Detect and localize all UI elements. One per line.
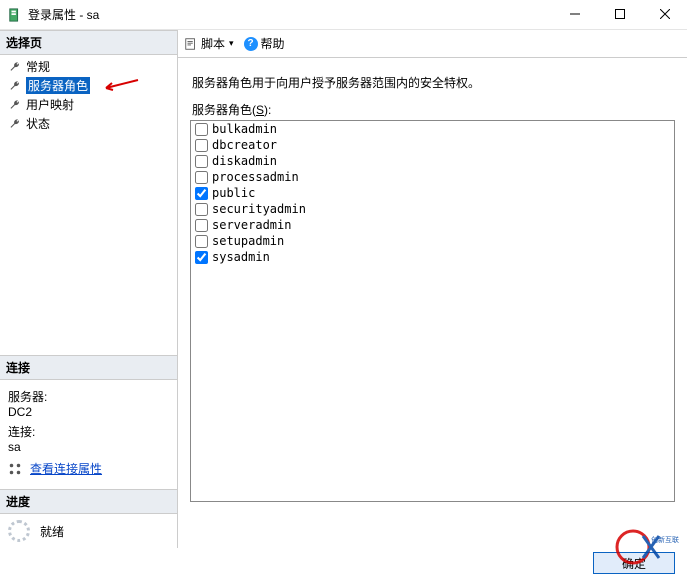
view-connection-link[interactable]: 查看连接属性 — [30, 460, 102, 477]
role-name: serveradmin — [212, 218, 291, 232]
role-row[interactable]: dbcreator — [191, 137, 674, 153]
ok-button[interactable]: 确定 — [593, 552, 675, 574]
script-dropdown[interactable]: 脚本 ▾ — [184, 35, 234, 52]
window-title: 登录属性 - sa — [28, 6, 99, 23]
role-row[interactable]: setupadmin — [191, 233, 674, 249]
roles-label: 服务器角色(S): — [178, 101, 687, 120]
connection-label: 连接: — [8, 423, 169, 440]
role-name: securityadmin — [212, 202, 306, 216]
script-label: 脚本 — [201, 35, 225, 52]
minimize-button[interactable] — [552, 0, 597, 28]
role-row[interactable]: sysadmin — [191, 249, 674, 265]
role-checkbox[interactable] — [195, 123, 208, 136]
toolbar: 脚本 ▾ ? 帮助 — [178, 30, 687, 58]
description-text: 服务器角色用于向用户授予服务器范围内的安全特权。 — [178, 58, 687, 101]
nav-item-status[interactable]: 状态 — [4, 114, 173, 133]
role-row[interactable]: diskadmin — [191, 153, 674, 169]
footer: 确定 — [0, 548, 687, 578]
progress-status: 就绪 — [40, 523, 64, 540]
chevron-down-icon: ▾ — [229, 38, 234, 49]
connection-header: 连接 — [0, 355, 177, 380]
script-icon — [184, 37, 198, 51]
close-button[interactable] — [642, 0, 687, 28]
progress-header: 进度 — [0, 489, 177, 514]
app-icon — [8, 8, 22, 22]
role-checkbox[interactable] — [195, 235, 208, 248]
window-controls — [552, 0, 687, 28]
progress-row: 就绪 — [0, 514, 177, 548]
nav-label: 用户映射 — [26, 96, 74, 113]
nav-item-server-roles[interactable]: 服务器角色 — [4, 76, 173, 95]
maximize-button[interactable] — [597, 0, 642, 28]
wrench-icon — [8, 98, 22, 112]
role-row[interactable]: public — [191, 185, 674, 201]
role-name: processadmin — [212, 170, 299, 184]
connection-value: sa — [8, 440, 169, 454]
role-row[interactable]: bulkadmin — [191, 121, 674, 137]
help-button[interactable]: ? 帮助 — [244, 35, 285, 52]
server-label: 服务器: — [8, 388, 169, 405]
role-checkbox[interactable] — [195, 171, 208, 184]
role-checkbox[interactable] — [195, 139, 208, 152]
role-name: diskadmin — [212, 154, 277, 168]
role-checkbox[interactable] — [195, 155, 208, 168]
help-icon: ? — [244, 37, 258, 51]
role-row[interactable]: processadmin — [191, 169, 674, 185]
connection-block: 服务器: DC2 连接: sa 查看连接属性 — [0, 380, 177, 489]
titlebar: 登录属性 - sa — [0, 0, 687, 30]
wrench-icon — [8, 79, 22, 93]
nav-label: 状态 — [26, 115, 50, 132]
role-row[interactable]: securityadmin — [191, 201, 674, 217]
progress-spinner-icon — [8, 520, 30, 542]
role-name: public — [212, 186, 255, 200]
sidebar: 选择页 常规 服务器角色 用户映射 — [0, 30, 178, 548]
role-checkbox[interactable] — [195, 251, 208, 264]
role-checkbox[interactable] — [195, 187, 208, 200]
wrench-icon — [8, 117, 22, 131]
role-name: sysadmin — [212, 250, 270, 264]
nav-list: 常规 服务器角色 用户映射 状态 — [0, 55, 177, 143]
roles-listbox[interactable]: bulkadmin dbcreator diskadmin processadmin p… — [190, 120, 675, 502]
role-name: setupadmin — [212, 234, 284, 248]
help-label: 帮助 — [261, 35, 285, 52]
nav-item-user-mapping[interactable]: 用户映射 — [4, 95, 173, 114]
select-page-header: 选择页 — [0, 30, 177, 55]
role-name: bulkadmin — [212, 122, 277, 136]
nav-label: 服务器角色 — [26, 77, 90, 94]
role-row[interactable]: serveradmin — [191, 217, 674, 233]
role-checkbox[interactable] — [195, 203, 208, 216]
role-name: dbcreator — [212, 138, 277, 152]
role-checkbox[interactable] — [195, 219, 208, 232]
nav-label: 常规 — [26, 58, 50, 75]
connection-props-icon — [8, 462, 22, 476]
content: 选择页 常规 服务器角色 用户映射 — [0, 30, 687, 548]
nav-item-general[interactable]: 常规 — [4, 57, 173, 76]
wrench-icon — [8, 60, 22, 74]
server-value: DC2 — [8, 405, 169, 419]
main-panel: 脚本 ▾ ? 帮助 服务器角色用于向用户授予服务器范围内的安全特权。 服务器角色… — [178, 30, 687, 548]
